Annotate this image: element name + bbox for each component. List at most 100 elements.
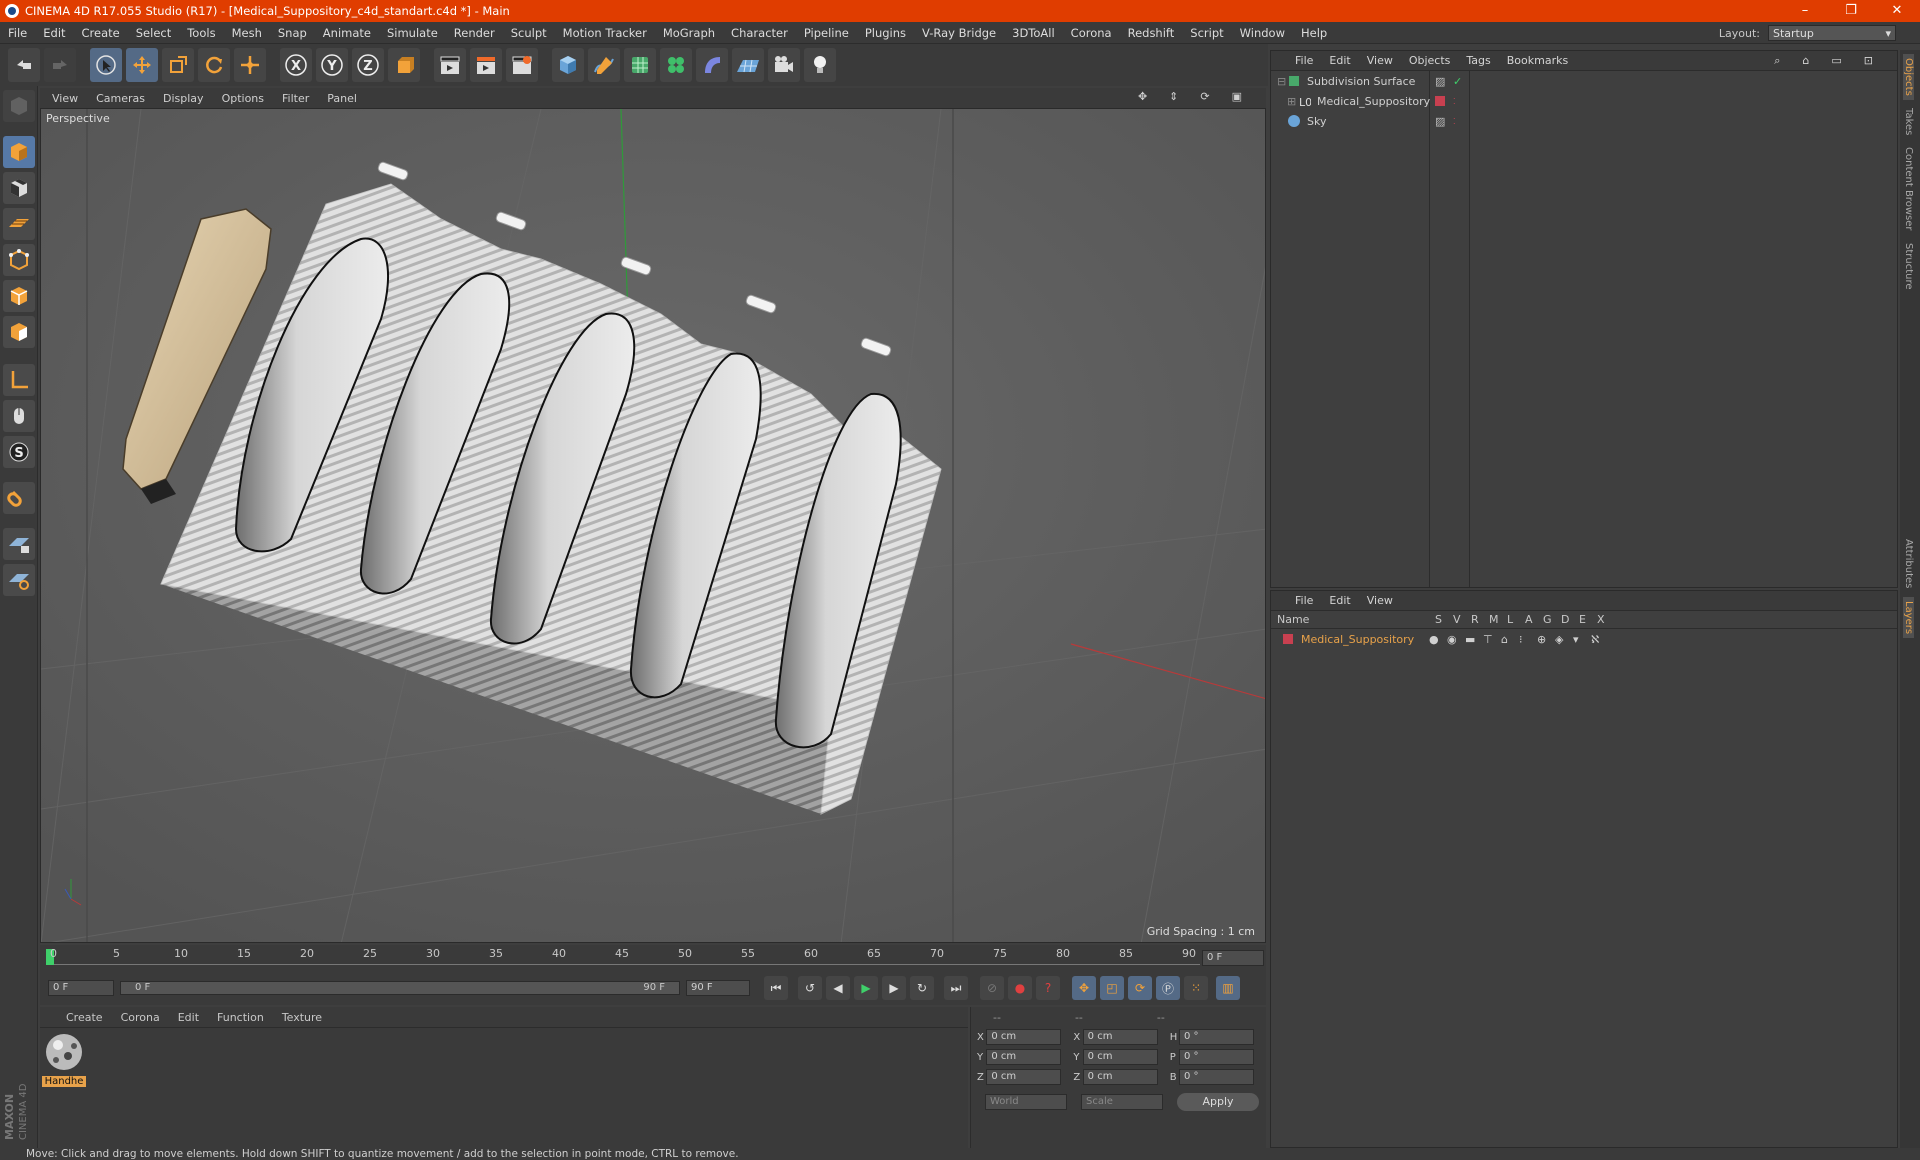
layout-select[interactable]: Startup ▾ bbox=[1768, 25, 1896, 41]
texture-mode-button[interactable] bbox=[3, 172, 35, 204]
menu-snap[interactable]: Snap bbox=[270, 22, 315, 44]
tab-structure[interactable]: Structure bbox=[1903, 239, 1914, 294]
material-menu-edit[interactable]: Edit bbox=[178, 1011, 199, 1024]
frame-range-slider[interactable]: 0 F 90 F bbox=[120, 981, 680, 995]
play-button[interactable]: ▶ bbox=[854, 976, 878, 1000]
magnet-tool-button[interactable] bbox=[3, 482, 35, 514]
visibility-dots-icon[interactable]: ⁚ bbox=[1453, 117, 1456, 126]
spline-pen-button[interactable] bbox=[588, 48, 620, 82]
menu-animate[interactable]: Animate bbox=[315, 22, 379, 44]
visibility-toggle-icon[interactable]: ▨ bbox=[1435, 75, 1445, 88]
undo-button[interactable] bbox=[8, 48, 40, 82]
timeline-window-button[interactable]: ▥ bbox=[1216, 976, 1240, 1000]
viewport-menu-view[interactable]: View bbox=[52, 92, 78, 105]
maximize-view-icon[interactable]: ▣ bbox=[1232, 90, 1242, 103]
eye-icon[interactable]: ◉ bbox=[1447, 633, 1465, 646]
key-rotation-button[interactable]: ⟳ bbox=[1128, 976, 1152, 1000]
menu-corona[interactable]: Corona bbox=[1063, 22, 1120, 44]
z-axis-lock-button[interactable]: Z bbox=[352, 48, 384, 82]
om-menu-file[interactable]: File bbox=[1295, 54, 1313, 67]
material-menu-texture[interactable]: Texture bbox=[282, 1011, 322, 1024]
model-mode-button[interactable] bbox=[3, 136, 35, 168]
expression-icon[interactable]: ▾ bbox=[1573, 633, 1591, 646]
menu-script[interactable]: Script bbox=[1182, 22, 1231, 44]
search-icon[interactable]: ⌕ bbox=[1774, 54, 1780, 68]
manager-icon[interactable]: ⊤ bbox=[1483, 633, 1501, 646]
viewport-menu-options[interactable]: Options bbox=[222, 92, 264, 105]
coordinate-system-button[interactable] bbox=[388, 48, 420, 82]
menu-select[interactable]: Select bbox=[128, 22, 179, 44]
deformer-button[interactable] bbox=[696, 48, 728, 82]
expand-icon[interactable]: ⊞ bbox=[1287, 95, 1297, 108]
viewport-menu-panel[interactable]: Panel bbox=[327, 92, 357, 105]
layer-row[interactable]: Medical_Suppository ● ◉ ▬ ⊤ ⌂ ⁝ ⊕ ◈ ▾ ℵ bbox=[1271, 629, 1897, 649]
key-pla-button[interactable]: ⁙ bbox=[1184, 976, 1208, 1000]
size-y-field[interactable]: 0 cm bbox=[1082, 1049, 1158, 1065]
visibility-dots-icon[interactable]: ⁚ bbox=[1453, 97, 1456, 106]
go-to-end-button[interactable]: ⏭ bbox=[944, 976, 968, 1000]
menu-tools[interactable]: Tools bbox=[179, 22, 223, 44]
key-scale-button[interactable]: ◰ bbox=[1100, 976, 1124, 1000]
object-row-subdivision[interactable]: ⊟ Subdivision Surface ▨ ✓ bbox=[1271, 71, 1897, 91]
key-position-button[interactable]: ✥ bbox=[1072, 976, 1096, 1000]
render-settings-button[interactable] bbox=[506, 48, 538, 82]
material-menu-function[interactable]: Function bbox=[217, 1011, 264, 1024]
animation-icon[interactable]: ⁝ bbox=[1519, 633, 1537, 646]
menu-3dtoall[interactable]: 3DToAll bbox=[1004, 22, 1063, 44]
om-menu-tags[interactable]: Tags bbox=[1466, 54, 1490, 67]
lock-workplane-button[interactable] bbox=[3, 528, 35, 560]
enabled-check-icon[interactable]: ✓ bbox=[1453, 75, 1462, 88]
menu-help[interactable]: Help bbox=[1293, 22, 1335, 44]
tab-layers[interactable]: Layers bbox=[1903, 596, 1914, 638]
previous-key-button[interactable]: ↺ bbox=[798, 976, 822, 1000]
object-row-sky[interactable]: Sky ▨ ⁚ bbox=[1271, 111, 1897, 131]
tab-attributes[interactable]: Attributes bbox=[1903, 535, 1914, 592]
restore-button[interactable]: ❐ bbox=[1828, 0, 1874, 22]
viewport-menu-display[interactable]: Display bbox=[163, 92, 204, 105]
transform-tool-button[interactable] bbox=[234, 48, 266, 82]
collapse-icon[interactable]: ⊟ bbox=[1277, 75, 1287, 88]
menu-mesh[interactable]: Mesh bbox=[224, 22, 270, 44]
lm-menu-edit[interactable]: Edit bbox=[1329, 594, 1350, 607]
menu-create[interactable]: Create bbox=[74, 22, 128, 44]
previous-frame-button[interactable]: ◀ bbox=[826, 976, 850, 1000]
motion-record-button[interactable]: ⊘ bbox=[980, 976, 1004, 1000]
menu-pipeline[interactable]: Pipeline bbox=[796, 22, 857, 44]
render-picture-viewer-button[interactable] bbox=[470, 48, 502, 82]
viewport-menu-cameras[interactable]: Cameras bbox=[96, 92, 145, 105]
redo-button[interactable] bbox=[44, 48, 76, 82]
layer-name[interactable]: Medical_Suppository bbox=[1301, 633, 1429, 646]
position-y-field[interactable]: 0 cm bbox=[986, 1049, 1062, 1065]
tab-objects[interactable]: Objects bbox=[1903, 54, 1914, 100]
camera-object-button[interactable] bbox=[768, 48, 800, 82]
size-z-field[interactable]: 0 cm bbox=[1082, 1069, 1158, 1085]
dolly-view-icon[interactable]: ⇕ bbox=[1169, 90, 1178, 103]
timeline-ruler[interactable]: 0 5 10 15 20 25 30 35 40 45 50 55 60 65 … bbox=[40, 945, 1266, 971]
rotate-tool-button[interactable] bbox=[198, 48, 230, 82]
render-view-button[interactable] bbox=[434, 48, 466, 82]
menu-redshift[interactable]: Redshift bbox=[1120, 22, 1183, 44]
apply-button[interactable]: Apply bbox=[1177, 1093, 1259, 1111]
scale-tool-button[interactable] bbox=[162, 48, 194, 82]
record-button[interactable]: ● bbox=[1008, 976, 1032, 1000]
orbit-view-icon[interactable]: ⟳ bbox=[1200, 90, 1209, 103]
menu-mograph[interactable]: MoGraph bbox=[655, 22, 723, 44]
lm-menu-file[interactable]: File bbox=[1295, 594, 1313, 607]
deformer-icon[interactable]: ◈ bbox=[1555, 633, 1573, 646]
move-tool-button[interactable] bbox=[126, 48, 158, 82]
rotation-p-field[interactable]: 0 ° bbox=[1179, 1049, 1255, 1065]
object-name[interactable]: Sky bbox=[1307, 115, 1326, 128]
light-object-button[interactable] bbox=[804, 48, 836, 82]
rotation-h-field[interactable]: 0 ° bbox=[1179, 1029, 1255, 1045]
menu-vray-bridge[interactable]: V-Ray Bridge bbox=[914, 22, 1004, 44]
current-frame-field[interactable]: 0 F bbox=[1202, 950, 1264, 966]
points-mode-button[interactable] bbox=[3, 244, 35, 276]
y-axis-lock-button[interactable]: Y bbox=[316, 48, 348, 82]
size-x-field[interactable]: 0 cm bbox=[1082, 1029, 1158, 1045]
rotation-b-field[interactable]: 0 ° bbox=[1179, 1069, 1255, 1085]
coordinate-type-select[interactable]: Scale bbox=[1081, 1094, 1163, 1110]
menu-file[interactable]: File bbox=[0, 22, 35, 44]
lock-icon[interactable]: ⌂ bbox=[1501, 633, 1519, 646]
cube-object-button[interactable] bbox=[552, 48, 584, 82]
render-icon[interactable]: ▬ bbox=[1465, 633, 1483, 646]
